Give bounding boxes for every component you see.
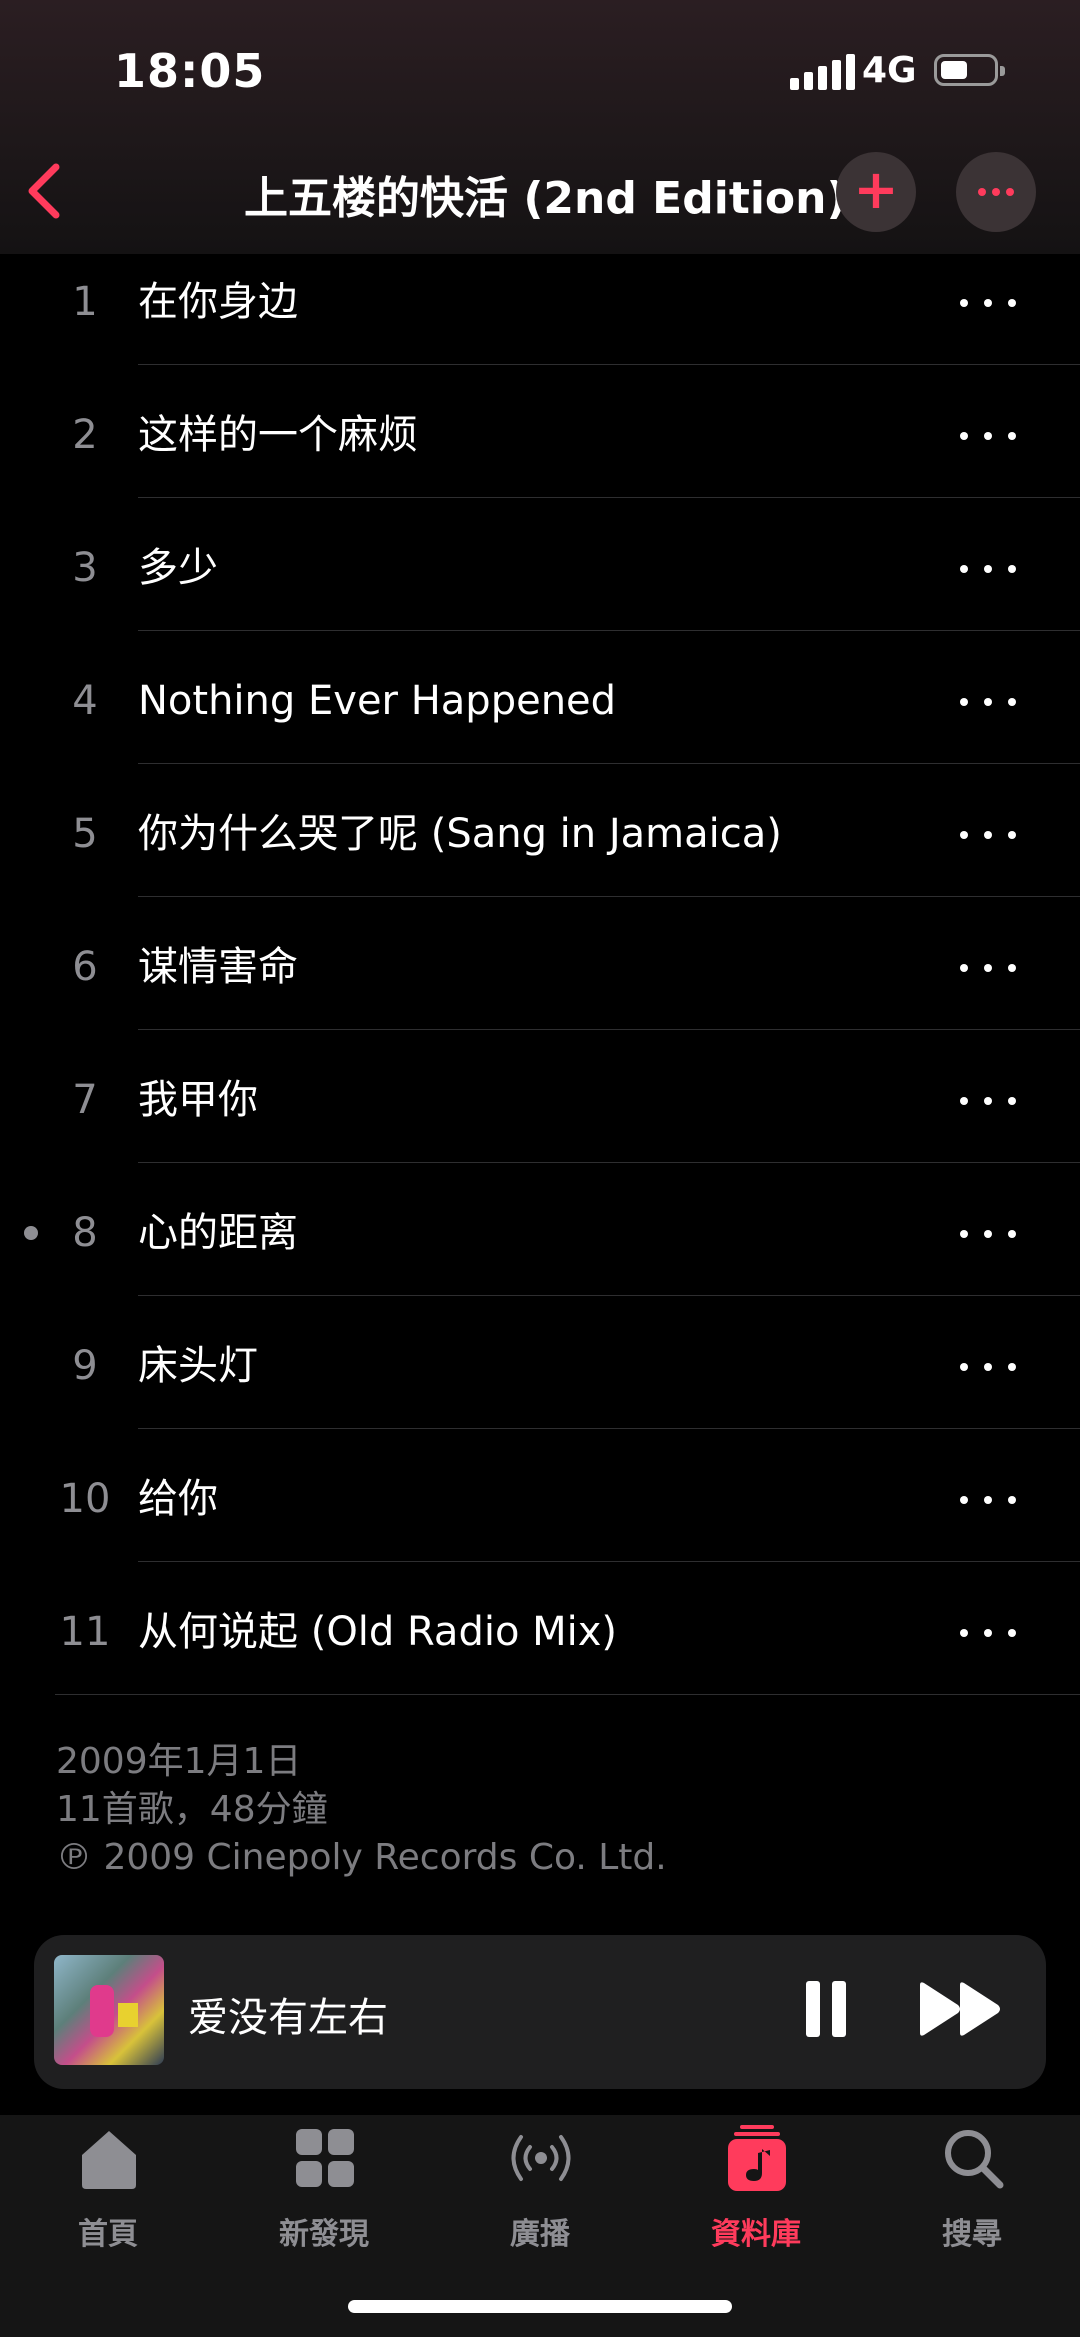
divider — [138, 1561, 1080, 1562]
home-icon — [82, 2131, 136, 2189]
track-row[interactable]: 2 这样的一个麻烦 — [0, 387, 1080, 520]
mini-player-artwork — [54, 1955, 164, 2065]
track-more-button[interactable] — [960, 288, 1016, 318]
track-number: 4 — [72, 678, 98, 724]
track-number: 7 — [72, 1077, 98, 1123]
track-more-button[interactable] — [960, 687, 1016, 717]
chevron-left-icon — [28, 163, 60, 219]
track-row[interactable]: 9 床头灯 — [0, 1318, 1080, 1451]
now-playing-indicator — [24, 1226, 38, 1240]
track-title: 这样的一个麻烦 — [138, 412, 418, 458]
track-title: 床头灯 — [138, 1343, 258, 1389]
divider — [138, 1428, 1080, 1429]
track-title: 从何说起 (Old Radio Mix) — [138, 1609, 618, 1655]
track-title: Nothing Ever Happened — [138, 678, 617, 724]
track-more-button[interactable] — [960, 1086, 1016, 1116]
track-more-button[interactable] — [960, 421, 1016, 451]
pause-icon — [806, 1981, 820, 2037]
grid-icon — [296, 2129, 354, 2187]
track-title: 我甲你 — [138, 1077, 258, 1123]
track-number: 5 — [72, 811, 98, 857]
album-info: 2009年1月1日 11首歌，48分鐘 ℗ 2009 Cinepoly Reco… — [56, 1738, 667, 1882]
track-more-button[interactable] — [960, 1485, 1016, 1515]
tab-label: 資料庫 — [711, 2217, 801, 2252]
divider — [138, 497, 1080, 498]
more-options-button[interactable] — [956, 152, 1036, 232]
track-number: 6 — [72, 944, 98, 990]
divider — [55, 1694, 1080, 1695]
track-more-button[interactable] — [960, 1352, 1016, 1382]
tab-label: 搜尋 — [942, 2217, 1002, 2252]
battery-icon — [934, 54, 1005, 86]
release-date: 2009年1月1日 — [56, 1741, 302, 1782]
status-time: 18:05 — [114, 44, 266, 98]
mini-player[interactable]: 爱没有左右 — [34, 1935, 1046, 2089]
track-number: 8 — [72, 1210, 98, 1256]
track-number: 11 — [59, 1609, 111, 1655]
track-row[interactable]: 8 心的距离 — [0, 1185, 1080, 1318]
track-title: 谋情害命 — [138, 944, 298, 990]
track-more-button[interactable] — [960, 1618, 1016, 1648]
track-number: 1 — [72, 279, 98, 325]
fast-forward-icon — [920, 1982, 1000, 2036]
back-button[interactable] — [22, 163, 72, 219]
library-icon — [728, 2125, 786, 2191]
track-more-button[interactable] — [960, 820, 1016, 850]
track-row[interactable]: 5 你为什么哭了呢 (Sang in Jamaica) — [0, 786, 1080, 919]
tab-label: 新發現 — [279, 2217, 369, 2252]
track-number: 2 — [72, 412, 98, 458]
track-number: 9 — [72, 1343, 98, 1389]
divider — [138, 1295, 1080, 1296]
plus-icon: + — [853, 158, 899, 221]
album-title: 上五楼的快活 (2nd Edition) — [244, 173, 847, 224]
tab-label: 首頁 — [78, 2217, 138, 2252]
ellipsis-icon — [978, 188, 1014, 196]
track-number: 3 — [72, 545, 98, 591]
now-playing-title: 爱没有左右 — [188, 1995, 388, 2041]
search-icon — [945, 2130, 1004, 2189]
track-list: 1 在你身边 2 这样的一个麻烦 3 多少 4 Nothing Ever Hap… — [0, 254, 1080, 1717]
tab-label: 廣播 — [510, 2217, 570, 2252]
track-title: 给你 — [138, 1476, 218, 1522]
track-more-button[interactable] — [960, 1219, 1016, 1249]
track-row[interactable]: 7 我甲你 — [0, 1052, 1080, 1185]
pause-icon-bar — [832, 1981, 846, 2037]
track-row[interactable]: 4 Nothing Ever Happened — [0, 653, 1080, 786]
album-summary: 11首歌，48分鐘 — [56, 1789, 328, 1830]
divider — [138, 896, 1080, 897]
cellular-signal-icon — [790, 54, 855, 90]
track-title: 心的距离 — [138, 1210, 298, 1256]
divider — [138, 364, 1080, 365]
add-to-library-button[interactable]: + — [836, 152, 916, 232]
divider — [138, 763, 1080, 764]
track-number: 10 — [59, 1476, 111, 1522]
radio-icon — [511, 2135, 571, 2181]
track-row[interactable]: 10 给你 — [0, 1451, 1080, 1584]
track-row[interactable]: 1 在你身边 — [0, 254, 1080, 387]
network-type: 4G — [862, 50, 917, 91]
divider — [138, 1162, 1080, 1163]
home-indicator[interactable] — [348, 2300, 732, 2313]
divider — [138, 1029, 1080, 1030]
pause-button[interactable] — [796, 1981, 856, 2041]
next-track-button[interactable] — [916, 1979, 1006, 2039]
copyright: ℗ 2009 Cinepoly Records Co. Ltd. — [56, 1837, 667, 1878]
divider — [138, 630, 1080, 631]
track-row[interactable]: 11 从何说起 (Old Radio Mix) — [0, 1584, 1080, 1717]
track-title: 在你身边 — [138, 279, 298, 325]
track-more-button[interactable] — [960, 554, 1016, 584]
track-more-button[interactable] — [960, 953, 1016, 983]
track-row[interactable]: 3 多少 — [0, 520, 1080, 653]
track-row[interactable]: 6 谋情害命 — [0, 919, 1080, 1052]
track-title: 你为什么哭了呢 (Sang in Jamaica) — [138, 811, 782, 857]
track-title: 多少 — [138, 545, 218, 591]
